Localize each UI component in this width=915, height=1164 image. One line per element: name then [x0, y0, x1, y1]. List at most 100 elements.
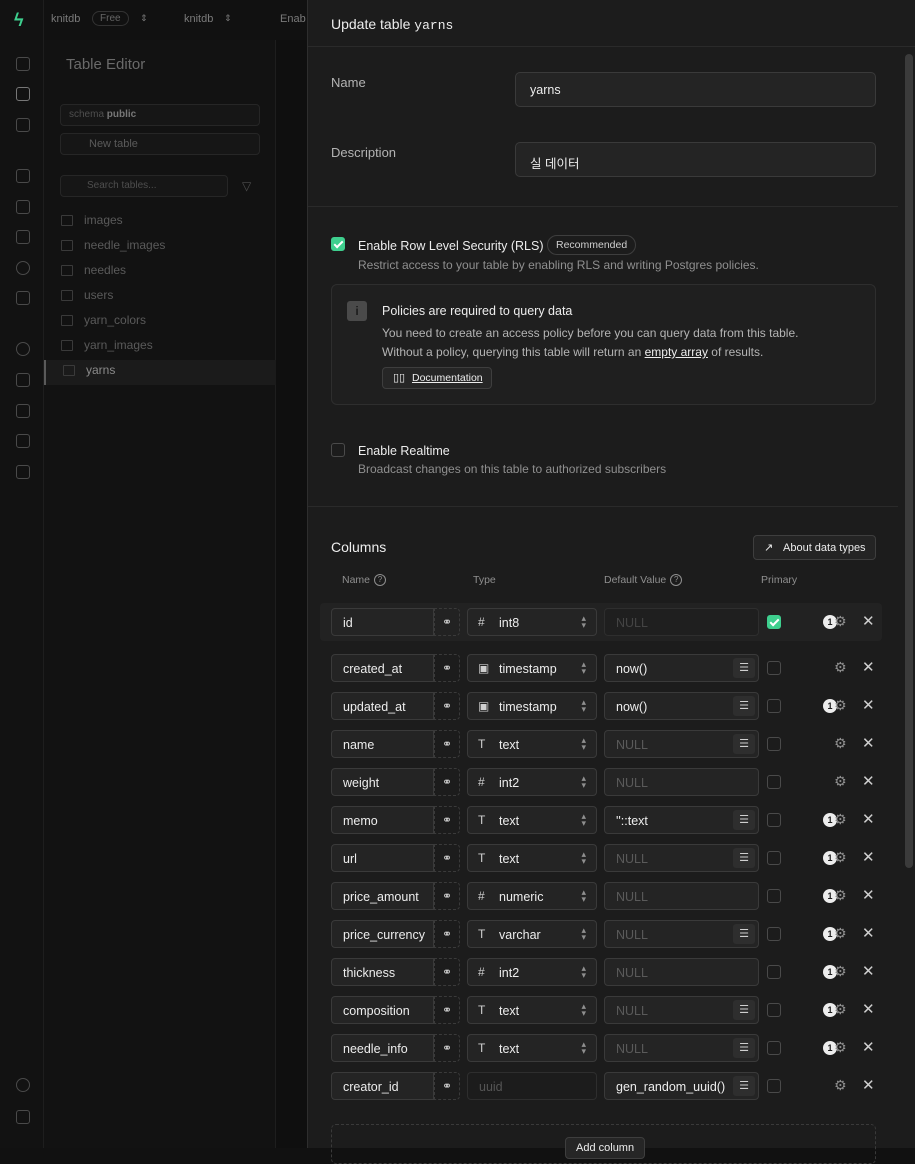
list-icon[interactable]: ☰ [733, 1000, 755, 1020]
column-type-select[interactable]: # int2 ▴ ▾ [467, 958, 597, 986]
column-default-input[interactable]: NULL ☰ [604, 730, 759, 758]
gear-icon[interactable]: ⚙ [834, 887, 847, 904]
edge-functions-icon[interactable] [16, 261, 30, 275]
gear-icon[interactable]: ⚙ [834, 925, 847, 942]
close-icon[interactable]: ✕ [862, 848, 875, 866]
gear-icon[interactable]: ⚙ [834, 697, 847, 714]
help-icon[interactable]: ? [670, 574, 683, 587]
primary-key-checkbox[interactable] [767, 813, 781, 827]
chevron-updown-icon[interactable]: ⇕ [224, 13, 232, 24]
sql-editor-icon[interactable] [16, 118, 30, 132]
close-icon[interactable]: ✕ [862, 886, 875, 904]
link-icon[interactable]: ⚭ [434, 692, 460, 720]
command-icon[interactable] [16, 1110, 30, 1124]
list-icon[interactable]: ☰ [733, 658, 755, 678]
link-icon[interactable]: ⚭ [434, 1072, 460, 1100]
primary-key-checkbox[interactable] [767, 737, 781, 751]
primary-key-checkbox[interactable] [767, 889, 781, 903]
close-icon[interactable]: ✕ [862, 924, 875, 942]
column-type-select[interactable]: Ttext ▴ ▾ [467, 806, 597, 834]
link-icon[interactable]: ⚭ [434, 958, 460, 986]
column-type-select[interactable]: # numeric ▴ ▾ [467, 882, 597, 910]
list-icon[interactable]: ☰ [733, 924, 755, 944]
column-type-select[interactable]: Ttext ▴ ▾ [467, 1034, 597, 1062]
rls-checkbox[interactable] [331, 237, 345, 251]
gear-icon[interactable]: ⚙ [834, 613, 847, 630]
branch-name[interactable]: knitdb [184, 13, 213, 25]
column-default-input[interactable]: NULL [604, 768, 759, 796]
column-default-input[interactable]: NULL [604, 608, 759, 636]
column-name-input[interactable]: name [331, 730, 434, 758]
auth-icon[interactable] [16, 200, 30, 214]
table-list-item-active[interactable]: yarns [44, 360, 276, 385]
chevron-updown-icon[interactable]: ⇕ [140, 13, 148, 24]
table-description-input[interactable]: 실 데이터 [515, 142, 876, 177]
gear-icon[interactable]: ⚙ [834, 963, 847, 980]
link-icon[interactable]: ⚭ [434, 730, 460, 758]
gear-icon[interactable]: ⚙ [834, 773, 847, 790]
column-type-select[interactable]: # int8 ▴ ▾ [467, 608, 597, 636]
link-icon[interactable]: ⚭ [434, 882, 460, 910]
gear-icon[interactable]: ⚙ [834, 811, 847, 828]
column-name-input[interactable]: created_at [331, 654, 434, 682]
close-icon[interactable]: ✕ [862, 1076, 875, 1094]
column-default-input[interactable]: ''::text ☰ [604, 806, 759, 834]
table-list-item[interactable]: images [44, 210, 276, 235]
link-icon[interactable]: ⚭ [434, 920, 460, 948]
column-name-input[interactable]: updated_at [331, 692, 434, 720]
column-type-select[interactable]: Ttext ▴ ▾ [467, 996, 597, 1024]
primary-key-checkbox[interactable] [767, 1041, 781, 1055]
filter-icon[interactable]: ▽ [242, 179, 251, 193]
table-list-item[interactable]: needle_images [44, 235, 276, 260]
gear-icon[interactable]: ⚙ [834, 735, 847, 752]
home-icon[interactable] [16, 57, 30, 71]
column-default-input[interactable]: NULL ☰ [604, 1034, 759, 1062]
close-icon[interactable]: ✕ [862, 962, 875, 980]
column-name-input[interactable]: creator_id [331, 1072, 434, 1100]
link-icon[interactable]: ⚭ [434, 608, 460, 636]
column-type-select[interactable]: Ttext ▴ ▾ [467, 844, 597, 872]
column-name-input[interactable]: memo [331, 806, 434, 834]
close-icon[interactable]: ✕ [862, 1038, 875, 1056]
column-name-input[interactable]: composition [331, 996, 434, 1024]
column-type-select[interactable]: uuid [467, 1072, 597, 1100]
primary-key-checkbox[interactable] [767, 615, 781, 629]
column-type-select[interactable]: Ttext ▴ ▾ [467, 730, 597, 758]
list-icon[interactable]: ☰ [733, 1076, 755, 1096]
logs-icon[interactable] [16, 404, 30, 418]
table-search-input[interactable]: Search tables... [60, 175, 228, 197]
supabase-logo-icon[interactable]: ϟ [14, 10, 32, 30]
link-icon[interactable]: ⚭ [434, 1034, 460, 1062]
about-data-types-button[interactable]: ↗ About data types [753, 535, 876, 560]
primary-key-checkbox[interactable] [767, 927, 781, 941]
column-default-input[interactable]: NULL ☰ [604, 996, 759, 1024]
column-default-input[interactable]: now() ☰ [604, 654, 759, 682]
settings-gear-icon[interactable] [16, 1078, 30, 1092]
list-icon[interactable]: ☰ [733, 696, 755, 716]
new-table-button[interactable]: New table [60, 133, 260, 155]
link-icon[interactable]: ⚭ [434, 654, 460, 682]
empty-array-link[interactable]: empty array [645, 345, 708, 359]
close-icon[interactable]: ✕ [862, 734, 875, 752]
primary-key-checkbox[interactable] [767, 1003, 781, 1017]
primary-key-checkbox[interactable] [767, 1079, 781, 1093]
column-default-input[interactable]: gen_random_uuid() ☰ [604, 1072, 759, 1100]
column-name-input[interactable]: needle_info [331, 1034, 434, 1062]
list-icon[interactable]: ☰ [733, 848, 755, 868]
link-icon[interactable]: ⚭ [434, 806, 460, 834]
column-type-select[interactable]: ▣ timestamp ▴ ▾ [467, 654, 597, 682]
primary-key-checkbox[interactable] [767, 851, 781, 865]
primary-key-checkbox[interactable] [767, 699, 781, 713]
close-icon[interactable]: ✕ [862, 696, 875, 714]
list-icon[interactable]: ☰ [733, 734, 755, 754]
storage-icon[interactable] [16, 230, 30, 244]
gear-icon[interactable]: ⚙ [834, 849, 847, 866]
link-icon[interactable]: ⚭ [434, 844, 460, 872]
column-default-input[interactable]: NULL ☰ [604, 920, 759, 948]
close-icon[interactable]: ✕ [862, 772, 875, 790]
list-icon[interactable]: ☰ [733, 1038, 755, 1058]
close-icon[interactable]: ✕ [862, 1000, 875, 1018]
primary-key-checkbox[interactable] [767, 775, 781, 789]
link-icon[interactable]: ⚭ [434, 996, 460, 1024]
add-column-button[interactable]: Add column [565, 1137, 646, 1159]
